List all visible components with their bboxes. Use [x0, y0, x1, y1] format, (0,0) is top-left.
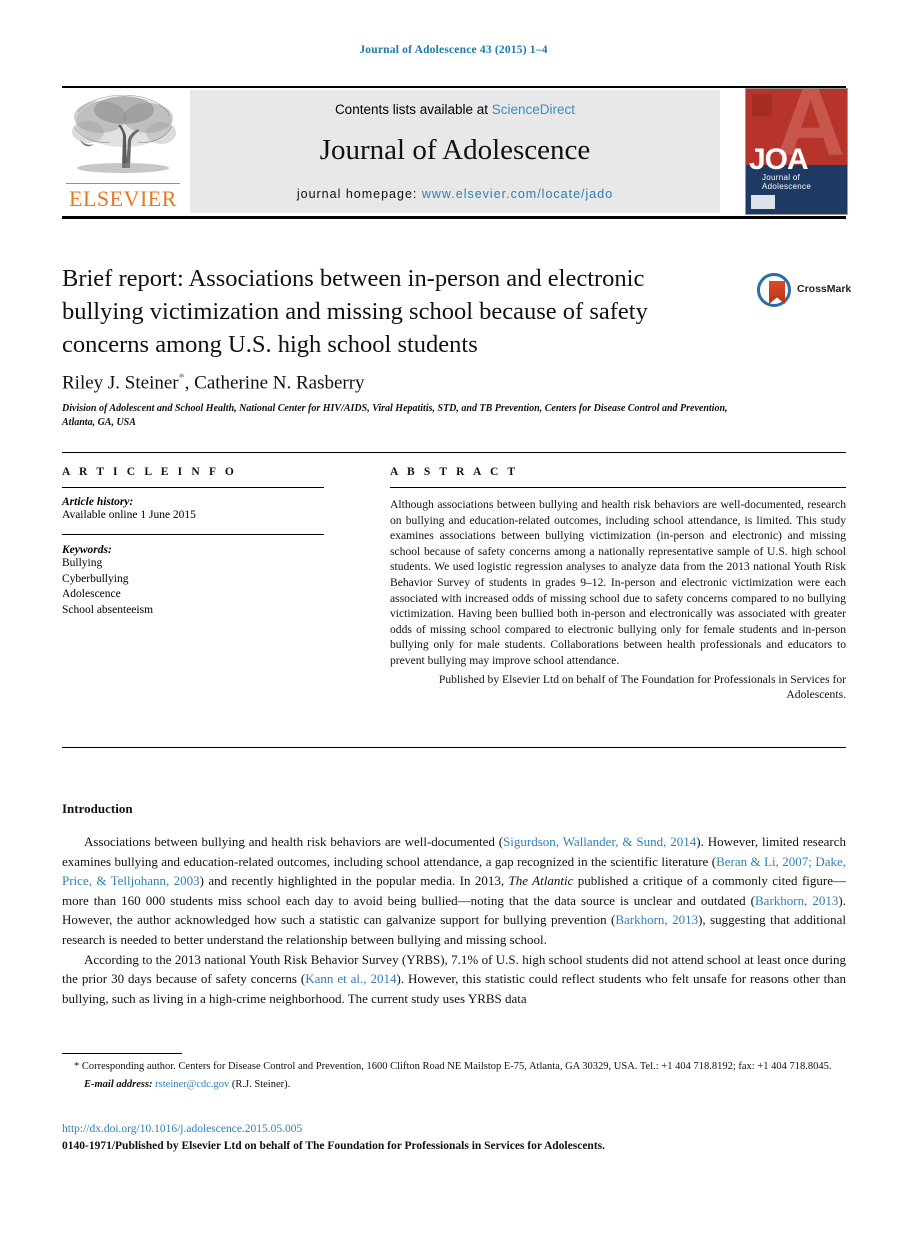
paragraph-2: According to the 2013 national Youth Ris… [62, 950, 846, 1009]
journal-title: Journal of Adolescence [319, 134, 591, 166]
contents-available-line: Contents lists available at ScienceDirec… [190, 102, 720, 117]
masthead-top-rule [62, 86, 846, 88]
article-info-heading: A R T I C L E I N F O [62, 466, 237, 478]
elsevier-rule [66, 183, 180, 184]
cover-badge [751, 195, 775, 209]
issn-copyright-line: 0140-1971/Published by Elsevier Ltd on b… [62, 1140, 605, 1152]
author-list: Riley J. Steiner*, Catherine N. Rasberry [62, 370, 762, 394]
journal-cover-thumbnail: A JOA Journal of Adolescence [745, 88, 848, 215]
citation-link[interactable]: Sigurdson, Wallander, & Sund, 2014 [503, 834, 696, 849]
abstract-block-top-rule [62, 452, 846, 453]
keywords-list: Bullying Cyberbullying Adolescence Schoo… [62, 556, 324, 618]
article-info-column: A R T I C L E I N F O Article history: A… [62, 466, 324, 618]
section-heading-introduction: Introduction [62, 801, 133, 816]
corresponding-author-note: * Corresponding author. Centers for Dise… [62, 1060, 846, 1075]
keyword-item: Cyberbullying [62, 572, 129, 585]
citation-link[interactable]: Kann et al., 2014 [305, 971, 396, 986]
masthead-panel: Contents lists available at ScienceDirec… [190, 90, 720, 213]
doi-link[interactable]: http://dx.doi.org/10.1016/j.adolescence.… [62, 1123, 302, 1135]
crossmark-icon [757, 273, 791, 307]
crossmark-bookmark-icon [769, 281, 785, 304]
keywords-label: Keywords: [62, 544, 112, 556]
p1-italic-title: The Atlantic [508, 873, 574, 889]
journal-homepage-line: journal homepage: www.elsevier.com/locat… [190, 187, 720, 201]
cover-subtitle: Journal of Adolescence [762, 173, 812, 191]
article-info-rule-2 [62, 534, 324, 535]
article-first-page: Journal of Adolescence 43 (2015) 1–4 ELS… [0, 0, 907, 1238]
elsevier-tree-icon [66, 92, 180, 182]
elsevier-wordmark: ELSEVIER [69, 186, 177, 211]
page-title: Brief report: Associations between in-pe… [62, 265, 648, 358]
contents-prefix: Contents lists available at [334, 102, 492, 117]
running-head: Journal of Adolescence 43 (2015) 1–4 [359, 44, 548, 56]
email-link[interactable]: rsteiner@cdc.gov [155, 1079, 229, 1090]
footnote-rule [62, 1053, 182, 1054]
email-suffix: (R.J. Steiner). [229, 1078, 291, 1090]
keyword-item: Bullying [62, 557, 103, 569]
crossmark-label: CrossMark [797, 283, 852, 295]
article-info-rule-1 [62, 487, 324, 488]
article-history-label: Article history: [62, 496, 134, 508]
keyword-item: Adolescence [62, 588, 121, 600]
cover-monogram: JOA [749, 143, 809, 176]
p1-part1: Associations between bullying and health… [84, 834, 504, 849]
author-affiliation: Division of Adolescent and School Health… [62, 403, 728, 428]
corresponding-author-text: Corresponding author. Centers for Diseas… [79, 1061, 832, 1072]
citation-link[interactable]: Barkhorn, 2013 [615, 912, 698, 927]
abstract-publisher-line: Published by Elsevier Ltd on behalf of T… [438, 672, 846, 702]
homepage-link[interactable]: www.elsevier.com/locate/jado [422, 187, 613, 201]
journal-masthead: ELSEVIER Contents lists available at Sci… [62, 88, 848, 215]
crossmark-badge[interactable]: CrossMark [757, 271, 851, 311]
abstract-column: A B S T R A C T Although associations be… [390, 466, 846, 703]
p1-part3: ) and recently highlighted in the popula… [199, 873, 509, 889]
article-history-value: Available online 1 June 2015 [62, 509, 196, 521]
abstract-block-bottom-rule [62, 747, 846, 748]
homepage-prefix: journal homepage: [296, 187, 422, 201]
abstract-rule [390, 487, 846, 488]
citation-link[interactable]: Barkhorn, 2013 [755, 893, 838, 908]
elsevier-logo: ELSEVIER [62, 90, 184, 213]
author-primary: Riley J. Steiner [62, 372, 179, 394]
abstract-heading: A B S T R A C T [390, 466, 519, 478]
paragraph-1: Associations between bullying and health… [62, 832, 846, 950]
footnote-block: * Corresponding author. Centers for Dise… [62, 1060, 846, 1092]
body-content: Associations between bullying and health… [62, 832, 846, 1008]
cover-elsevier-mark [752, 94, 772, 116]
author-secondary: , Catherine N. Rasberry [184, 372, 365, 394]
email-note: E-mail address: rsteiner@cdc.gov (R.J. S… [62, 1078, 846, 1093]
abstract-text: Although associations between bullying a… [390, 498, 846, 667]
email-label: E-mail address: [84, 1078, 153, 1090]
sciencedirect-link[interactable]: ScienceDirect [492, 102, 575, 117]
keyword-item: School absenteeism [62, 603, 154, 616]
masthead-bottom-rule [62, 216, 846, 219]
